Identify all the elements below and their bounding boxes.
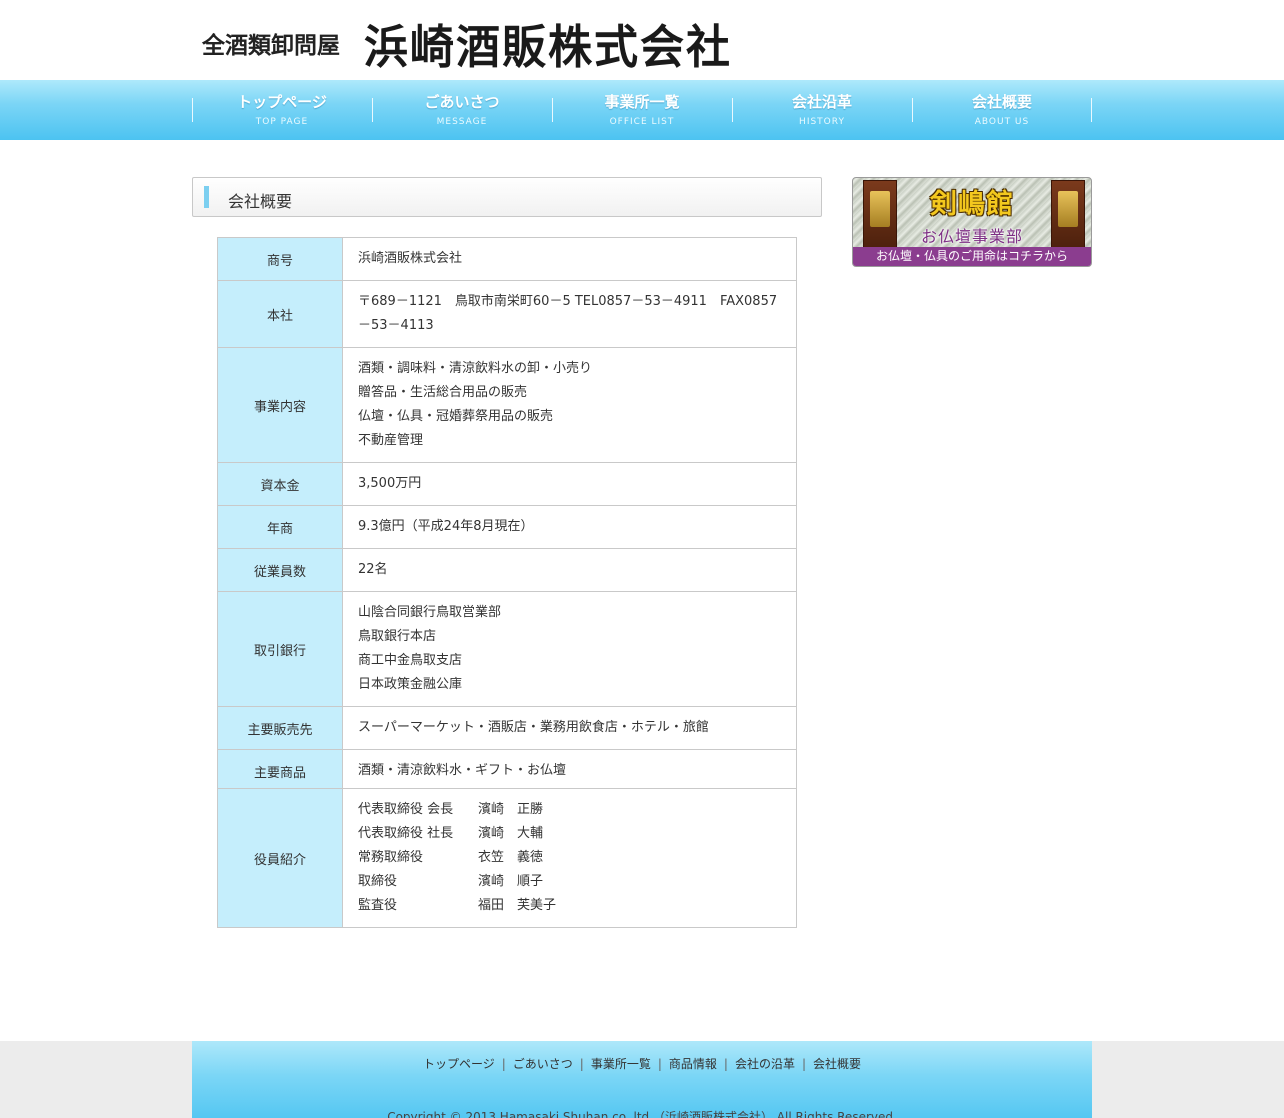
row-value: 酒類・調味料・清涼飲料水の卸・小売り 贈答品・生活総合用品の販売 仏壇・仏具・冠… xyxy=(342,347,797,463)
officer-name: 濱崎 正勝 xyxy=(478,802,544,817)
nav-sublabel: ABOUT US xyxy=(974,117,1030,127)
page-heading-box: 会社概要 xyxy=(192,177,822,217)
value-line: 仏壇・仏具・冠婚葬祭用品の販売 xyxy=(358,409,554,424)
officer-role: 代表取締役 社長 xyxy=(358,826,454,841)
value-line: 酒類・調味料・清涼飲料水の卸・小売り xyxy=(358,361,593,376)
nav-label: トップページ xyxy=(237,93,327,111)
logo-tagline: 全酒類卸問屋 xyxy=(202,32,340,59)
nav-label: 会社概要 xyxy=(971,93,1032,111)
nav-item-top-page[interactable]: トップページ TOP PAGE xyxy=(192,80,372,140)
table-row: 事業内容 酒類・調味料・清涼飲料水の卸・小売り 贈答品・生活総合用品の販売 仏壇… xyxy=(217,347,797,463)
row-value: 〒689－1121 鳥取市南栄町60－5 TEL0857－53－4911 FAX… xyxy=(342,280,797,348)
heading-accent-bar xyxy=(204,186,209,208)
table-row: 商号 浜崎酒販株式会社 xyxy=(217,237,797,281)
banner-subtitle: お仏壇事業部 xyxy=(920,227,1023,246)
row-label: 年商 xyxy=(217,505,343,549)
officer-role: 取締役 xyxy=(358,874,398,889)
table-row: 本社 〒689－1121 鳥取市南栄町60－5 TEL0857－53－4911 … xyxy=(217,280,797,348)
nav-item-message[interactable]: ごあいさつ MESSAGE xyxy=(372,80,552,140)
officers-table: 役員紹介 代表取締役 会長 濱崎 正勝 代表取締役 社長 濱崎 大輔 常務取締役 衣笠… xyxy=(217,788,797,928)
row-value: 浜崎酒販株式会社 xyxy=(342,237,797,281)
nav-item-history[interactable]: 会社沿革 HISTORY xyxy=(732,80,912,140)
row-value: 代表取締役 会長 濱崎 正勝 代表取締役 社長 濱崎 大輔 常務取締役 衣笠 義徳 取… xyxy=(342,788,797,928)
row-label: 取引銀行 xyxy=(217,591,343,707)
butsudan-banner[interactable]: 剣嶋館 お仏壇事業部 お仏壇・仏具のご用命はコチラから xyxy=(852,177,1092,267)
nav-item-about-us[interactable]: 会社概要 ABOUT US xyxy=(912,80,1092,140)
row-label: 主要商品 xyxy=(217,749,343,793)
officer-role: 代表取締役 会長 xyxy=(358,802,454,817)
officer-row: 取締役 濱崎 順子 xyxy=(358,870,781,894)
value-line: 贈答品・生活総合用品の販売 xyxy=(358,385,528,400)
site-logo[interactable]: 全酒類卸問屋 浜崎酒販株式会社 xyxy=(202,16,732,75)
officer-row: 代表取締役 会長 濱崎 正勝 xyxy=(358,798,781,822)
row-label: 資本金 xyxy=(217,462,343,506)
officer-role: 常務取締役 xyxy=(358,850,424,865)
row-value: 山陰合同銀行鳥取営業部 鳥取銀行本店 商工中金鳥取支店 日本政策金融公庫 xyxy=(342,591,797,707)
site-footer: トップページ | ごあいさつ | 事業所一覧 | 商品情報 | 会社の沿革 | 会社概要 Copyr… xyxy=(192,1041,1092,1118)
value-line: スーパーマーケット・酒販店・業務用飲食店・ホテル・旅館 xyxy=(358,720,709,735)
value-line: 浜崎酒販株式会社 xyxy=(358,251,463,266)
row-value: 9.3億円（平成24年8月現在） xyxy=(342,505,797,549)
nav-label: 会社沿革 xyxy=(791,93,852,111)
copyright: Copyright © 2013 Hamasaki Shuhan co.,ltd… xyxy=(387,1110,897,1118)
nav-label: 事業所一覧 xyxy=(604,93,680,111)
value-line: 鳥取銀行本店 xyxy=(358,629,437,644)
row-label: 主要販売先 xyxy=(217,706,343,750)
officer-name: 衣笠 義徳 xyxy=(478,850,544,865)
value-line: 山陰合同銀行鳥取営業部 xyxy=(358,605,502,620)
footer-links: トップページ | ごあいさつ | 事業所一覧 | 商品情報 | 会社の沿革 | 会社概要 xyxy=(192,1055,1092,1072)
footer-link-office-list[interactable]: 事業所一覧 xyxy=(584,1057,658,1071)
footer-link-about-us[interactable]: 会社概要 xyxy=(806,1057,868,1071)
officer-name: 濱崎 大輔 xyxy=(478,826,544,841)
table-row: 資本金 3,500万円 xyxy=(217,462,797,506)
value-line: 不動産管理 xyxy=(358,433,424,448)
row-label: 従業員数 xyxy=(217,548,343,592)
row-label: 役員紹介 xyxy=(217,788,343,928)
nav-item-office-list[interactable]: 事業所一覧 OFFICE LIST xyxy=(552,80,732,140)
officer-row: 代表取締役 社長 濱崎 大輔 xyxy=(358,822,781,846)
footer-link-history[interactable]: 会社の沿革 xyxy=(728,1057,802,1071)
logo-company-name: 浜崎酒販株式会社 xyxy=(364,20,732,75)
table-row: 年商 9.3億円（平成24年8月現在） xyxy=(217,505,797,549)
value-line: 3,500万円 xyxy=(358,476,422,491)
row-value: スーパーマーケット・酒販店・業務用飲食店・ホテル・旅館 xyxy=(342,706,797,750)
nav-sublabel: MESSAGE xyxy=(436,117,488,127)
site-header: 全酒類卸問屋 浜崎酒販株式会社 xyxy=(0,0,1284,80)
banner-brand-name: 剣嶋館 xyxy=(930,189,1014,220)
row-value: 酒類・清涼飲料水・ギフト・お仏壇 xyxy=(342,749,797,793)
nav-sublabel: OFFICE LIST xyxy=(609,117,675,127)
value-line: 22名 xyxy=(358,562,388,577)
main-nav: トップページ TOP PAGE ごあいさつ MESSAGE 事業所一覧 OFFI… xyxy=(0,80,1284,140)
row-value: 22名 xyxy=(342,548,797,592)
officer-role: 監査役 xyxy=(358,898,398,913)
nav-sublabel: TOP PAGE xyxy=(255,117,309,127)
footer-link-products[interactable]: 商品情報 xyxy=(662,1057,724,1071)
officer-row: 監査役 福田 芙美子 xyxy=(358,894,781,918)
table-row: 取引銀行 山陰合同銀行鳥取営業部 鳥取銀行本店 商工中金鳥取支店 日本政策金融公… xyxy=(217,591,797,707)
value-line: 商工中金鳥取支店 xyxy=(358,653,463,668)
row-value: 3,500万円 xyxy=(342,462,797,506)
value-line: 酒類・清涼飲料水・ギフト・お仏壇 xyxy=(358,763,567,778)
value-line: 9.3億円（平成24年8月現在） xyxy=(358,519,534,534)
table-row: 主要販売先 スーパーマーケット・酒販店・業務用飲食店・ホテル・旅館 xyxy=(217,706,797,750)
nav-sublabel: HISTORY xyxy=(799,117,845,127)
row-label: 本社 xyxy=(217,280,343,348)
officer-row: 常務取締役 衣笠 義徳 xyxy=(358,846,781,870)
table-row: 従業員数 22名 xyxy=(217,548,797,592)
table-row: 主要商品 酒類・清涼飲料水・ギフト・お仏壇 xyxy=(217,749,797,793)
footer-link-message[interactable]: ごあいさつ xyxy=(506,1057,580,1071)
banner-footer-text: お仏壇・仏具のご用命はコチラから xyxy=(853,247,1091,266)
company-info-table: 商号 浜崎酒販株式会社 本社 〒689－1121 鳥取市南栄町60－5 TEL0… xyxy=(217,237,797,793)
footer-link-top-page[interactable]: トップページ xyxy=(416,1057,502,1071)
nav-label: ごあいさつ xyxy=(424,93,500,111)
table-row: 役員紹介 代表取締役 会長 濱崎 正勝 代表取締役 社長 濱崎 大輔 常務取締役 衣笠… xyxy=(217,788,797,928)
row-label: 事業内容 xyxy=(217,347,343,463)
officer-name: 濱崎 順子 xyxy=(478,874,544,889)
officer-name: 福田 芙美子 xyxy=(478,898,557,913)
row-label: 商号 xyxy=(217,237,343,281)
value-line: 日本政策金融公庫 xyxy=(358,677,463,692)
value-line: 〒689－1121 鳥取市南栄町60－5 TEL0857－53－4911 FAX… xyxy=(358,294,778,333)
page-title: 会社概要 xyxy=(228,192,293,211)
